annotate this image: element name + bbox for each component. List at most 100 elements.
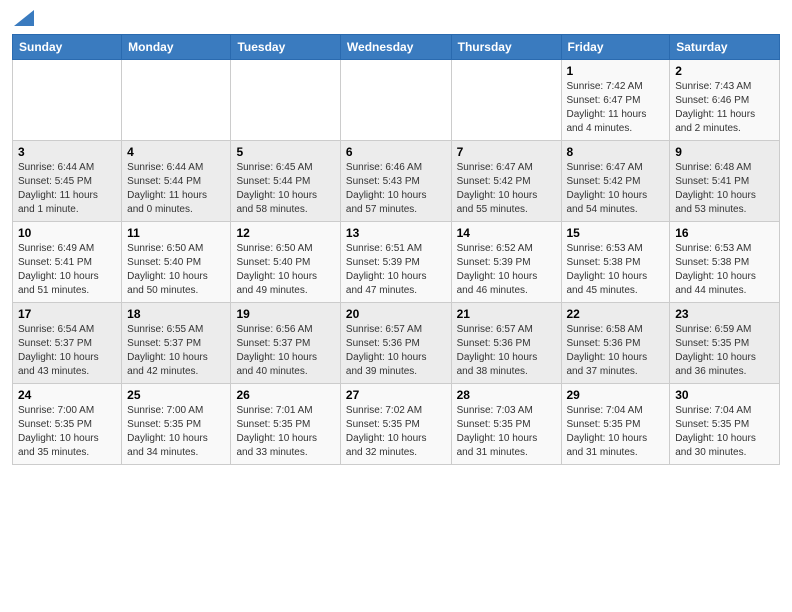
calendar-cell: 6 Sunrise: 6:46 AMSunset: 5:43 PMDayligh… xyxy=(340,141,451,222)
day-number: 27 xyxy=(346,388,446,402)
calendar-week-5: 24 Sunrise: 7:00 AMSunset: 5:35 PMDaylig… xyxy=(13,384,780,465)
day-number: 22 xyxy=(567,307,665,321)
day-detail: Sunrise: 7:43 AMSunset: 6:46 PMDaylight:… xyxy=(675,81,755,134)
calendar-header-row: SundayMondayTuesdayWednesdayThursdayFrid… xyxy=(13,35,780,60)
calendar-week-1: 1 Sunrise: 7:42 AMSunset: 6:47 PMDayligh… xyxy=(13,60,780,141)
calendar-header-monday: Monday xyxy=(122,35,231,60)
day-number: 21 xyxy=(457,307,556,321)
calendar-header-tuesday: Tuesday xyxy=(231,35,340,60)
calendar-cell: 14 Sunrise: 6:52 AMSunset: 5:39 PMDaylig… xyxy=(451,222,561,303)
calendar-cell: 16 Sunrise: 6:53 AMSunset: 5:38 PMDaylig… xyxy=(670,222,780,303)
calendar-week-4: 17 Sunrise: 6:54 AMSunset: 5:37 PMDaylig… xyxy=(13,303,780,384)
day-detail: Sunrise: 6:46 AMSunset: 5:43 PMDaylight:… xyxy=(346,162,427,215)
calendar-cell: 2 Sunrise: 7:43 AMSunset: 6:46 PMDayligh… xyxy=(670,60,780,141)
day-number: 10 xyxy=(18,226,116,240)
day-detail: Sunrise: 6:47 AMSunset: 5:42 PMDaylight:… xyxy=(567,162,648,215)
day-number: 30 xyxy=(675,388,774,402)
day-detail: Sunrise: 7:01 AMSunset: 5:35 PMDaylight:… xyxy=(236,405,317,458)
calendar-cell: 5 Sunrise: 6:45 AMSunset: 5:44 PMDayligh… xyxy=(231,141,340,222)
day-detail: Sunrise: 6:48 AMSunset: 5:41 PMDaylight:… xyxy=(675,162,756,215)
calendar-cell: 23 Sunrise: 6:59 AMSunset: 5:35 PMDaylig… xyxy=(670,303,780,384)
calendar-header-sunday: Sunday xyxy=(13,35,122,60)
calendar-cell: 15 Sunrise: 6:53 AMSunset: 5:38 PMDaylig… xyxy=(561,222,670,303)
calendar-header-wednesday: Wednesday xyxy=(340,35,451,60)
day-number: 1 xyxy=(567,64,665,78)
day-detail: Sunrise: 7:42 AMSunset: 6:47 PMDaylight:… xyxy=(567,81,647,134)
calendar-cell: 19 Sunrise: 6:56 AMSunset: 5:37 PMDaylig… xyxy=(231,303,340,384)
day-detail: Sunrise: 6:44 AMSunset: 5:45 PMDaylight:… xyxy=(18,162,98,215)
day-number: 14 xyxy=(457,226,556,240)
calendar-cell: 11 Sunrise: 6:50 AMSunset: 5:40 PMDaylig… xyxy=(122,222,231,303)
day-detail: Sunrise: 7:00 AMSunset: 5:35 PMDaylight:… xyxy=(18,405,99,458)
calendar-cell xyxy=(13,60,122,141)
day-detail: Sunrise: 6:47 AMSunset: 5:42 PMDaylight:… xyxy=(457,162,538,215)
day-number: 8 xyxy=(567,145,665,159)
calendar-header-friday: Friday xyxy=(561,35,670,60)
day-number: 6 xyxy=(346,145,446,159)
calendar-cell: 22 Sunrise: 6:58 AMSunset: 5:36 PMDaylig… xyxy=(561,303,670,384)
calendar-header-thursday: Thursday xyxy=(451,35,561,60)
calendar-cell: 24 Sunrise: 7:00 AMSunset: 5:35 PMDaylig… xyxy=(13,384,122,465)
day-detail: Sunrise: 6:50 AMSunset: 5:40 PMDaylight:… xyxy=(236,243,317,296)
calendar-cell xyxy=(340,60,451,141)
day-number: 25 xyxy=(127,388,225,402)
day-number: 9 xyxy=(675,145,774,159)
day-number: 5 xyxy=(236,145,334,159)
day-detail: Sunrise: 6:57 AMSunset: 5:36 PMDaylight:… xyxy=(457,324,538,377)
day-number: 7 xyxy=(457,145,556,159)
day-detail: Sunrise: 6:55 AMSunset: 5:37 PMDaylight:… xyxy=(127,324,208,377)
day-detail: Sunrise: 6:44 AMSunset: 5:44 PMDaylight:… xyxy=(127,162,207,215)
day-number: 16 xyxy=(675,226,774,240)
calendar-cell: 21 Sunrise: 6:57 AMSunset: 5:36 PMDaylig… xyxy=(451,303,561,384)
day-detail: Sunrise: 7:04 AMSunset: 5:35 PMDaylight:… xyxy=(567,405,648,458)
calendar-cell: 27 Sunrise: 7:02 AMSunset: 5:35 PMDaylig… xyxy=(340,384,451,465)
day-detail: Sunrise: 6:45 AMSunset: 5:44 PMDaylight:… xyxy=(236,162,317,215)
calendar-cell xyxy=(231,60,340,141)
calendar-cell: 1 Sunrise: 7:42 AMSunset: 6:47 PMDayligh… xyxy=(561,60,670,141)
calendar-cell: 30 Sunrise: 7:04 AMSunset: 5:35 PMDaylig… xyxy=(670,384,780,465)
calendar-week-3: 10 Sunrise: 6:49 AMSunset: 5:41 PMDaylig… xyxy=(13,222,780,303)
day-detail: Sunrise: 6:59 AMSunset: 5:35 PMDaylight:… xyxy=(675,324,756,377)
day-number: 11 xyxy=(127,226,225,240)
calendar-week-2: 3 Sunrise: 6:44 AMSunset: 5:45 PMDayligh… xyxy=(13,141,780,222)
calendar-cell: 7 Sunrise: 6:47 AMSunset: 5:42 PMDayligh… xyxy=(451,141,561,222)
calendar-cell: 17 Sunrise: 6:54 AMSunset: 5:37 PMDaylig… xyxy=(13,303,122,384)
day-number: 13 xyxy=(346,226,446,240)
day-detail: Sunrise: 6:53 AMSunset: 5:38 PMDaylight:… xyxy=(567,243,648,296)
calendar-cell: 26 Sunrise: 7:01 AMSunset: 5:35 PMDaylig… xyxy=(231,384,340,465)
day-detail: Sunrise: 7:03 AMSunset: 5:35 PMDaylight:… xyxy=(457,405,538,458)
calendar-cell: 18 Sunrise: 6:55 AMSunset: 5:37 PMDaylig… xyxy=(122,303,231,384)
calendar-cell: 10 Sunrise: 6:49 AMSunset: 5:41 PMDaylig… xyxy=(13,222,122,303)
day-number: 18 xyxy=(127,307,225,321)
day-detail: Sunrise: 6:51 AMSunset: 5:39 PMDaylight:… xyxy=(346,243,427,296)
calendar-header-saturday: Saturday xyxy=(670,35,780,60)
calendar-cell: 13 Sunrise: 6:51 AMSunset: 5:39 PMDaylig… xyxy=(340,222,451,303)
page: SundayMondayTuesdayWednesdayThursdayFrid… xyxy=(0,0,792,475)
calendar-cell xyxy=(451,60,561,141)
calendar-cell: 20 Sunrise: 6:57 AMSunset: 5:36 PMDaylig… xyxy=(340,303,451,384)
day-number: 23 xyxy=(675,307,774,321)
calendar-table: SundayMondayTuesdayWednesdayThursdayFrid… xyxy=(12,34,780,465)
day-number: 12 xyxy=(236,226,334,240)
header xyxy=(12,10,780,26)
day-number: 3 xyxy=(18,145,116,159)
day-number: 24 xyxy=(18,388,116,402)
day-number: 4 xyxy=(127,145,225,159)
calendar-cell: 25 Sunrise: 7:00 AMSunset: 5:35 PMDaylig… xyxy=(122,384,231,465)
calendar-cell: 28 Sunrise: 7:03 AMSunset: 5:35 PMDaylig… xyxy=(451,384,561,465)
day-number: 15 xyxy=(567,226,665,240)
logo-icon xyxy=(14,10,34,26)
calendar-cell: 4 Sunrise: 6:44 AMSunset: 5:44 PMDayligh… xyxy=(122,141,231,222)
calendar-cell: 3 Sunrise: 6:44 AMSunset: 5:45 PMDayligh… xyxy=(13,141,122,222)
calendar-cell: 29 Sunrise: 7:04 AMSunset: 5:35 PMDaylig… xyxy=(561,384,670,465)
day-detail: Sunrise: 6:50 AMSunset: 5:40 PMDaylight:… xyxy=(127,243,208,296)
day-number: 19 xyxy=(236,307,334,321)
day-detail: Sunrise: 6:52 AMSunset: 5:39 PMDaylight:… xyxy=(457,243,538,296)
day-detail: Sunrise: 6:49 AMSunset: 5:41 PMDaylight:… xyxy=(18,243,99,296)
day-number: 17 xyxy=(18,307,116,321)
day-detail: Sunrise: 7:02 AMSunset: 5:35 PMDaylight:… xyxy=(346,405,427,458)
logo xyxy=(12,10,34,26)
calendar-cell: 8 Sunrise: 6:47 AMSunset: 5:42 PMDayligh… xyxy=(561,141,670,222)
day-number: 2 xyxy=(675,64,774,78)
day-detail: Sunrise: 6:57 AMSunset: 5:36 PMDaylight:… xyxy=(346,324,427,377)
